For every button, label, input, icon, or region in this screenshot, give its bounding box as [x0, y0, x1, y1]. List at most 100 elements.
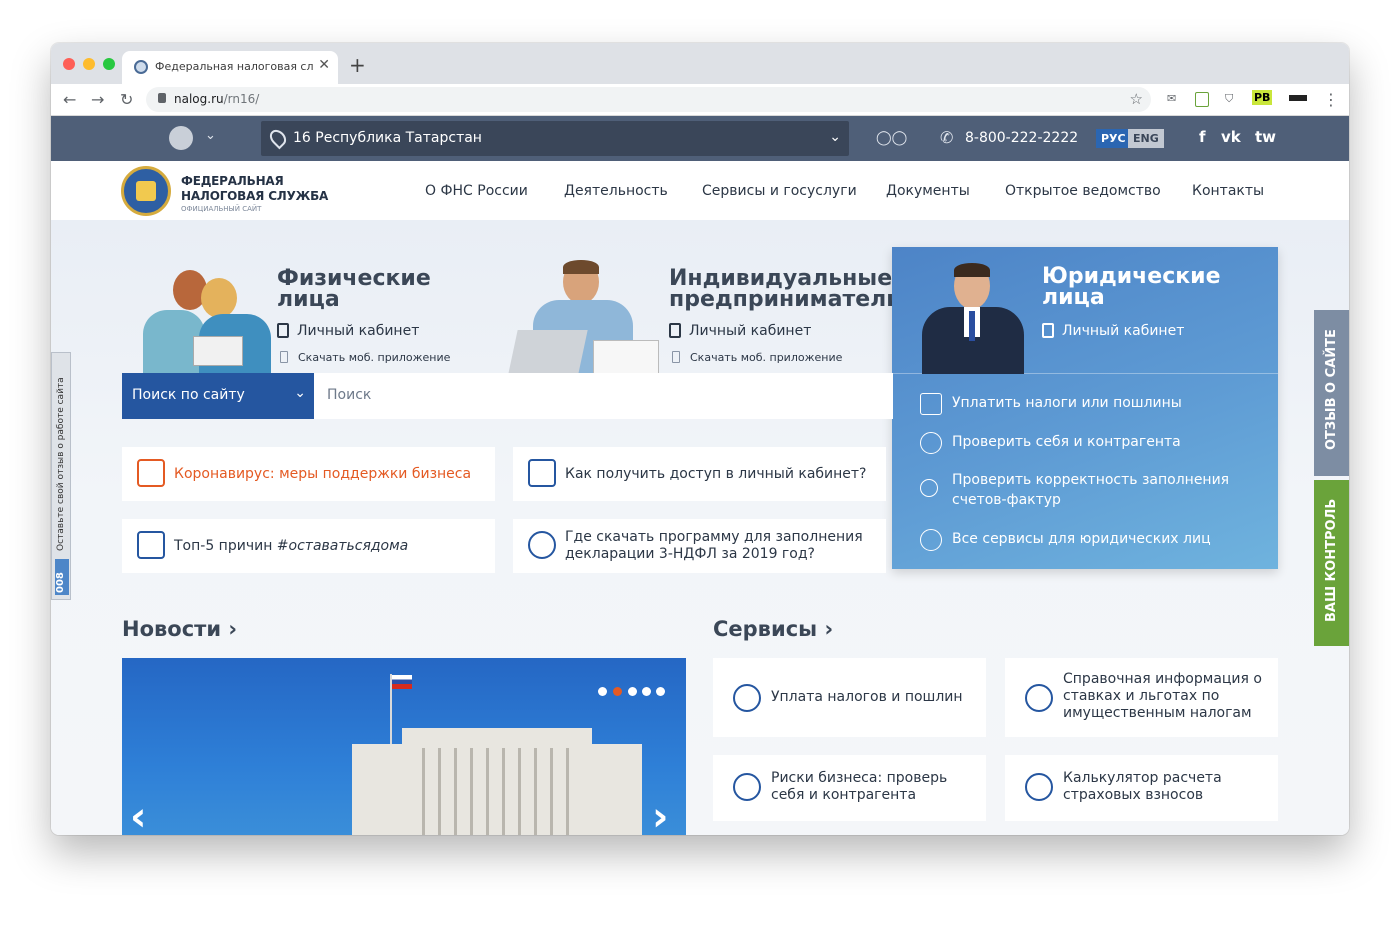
minimize-window-button[interactable] [83, 58, 95, 70]
back-icon[interactable]: ← [63, 90, 76, 109]
feedback-left-label: Оставьте свой отзыв о работе сайта [56, 377, 66, 551]
yur-cabinet-link[interactable]: Личный кабинет [1042, 323, 1184, 339]
lang-ru-button[interactable]: РУС [1096, 129, 1131, 148]
ip-title-1[interactable]: Индивидуальные [669, 268, 892, 290]
region-label: 16 Республика Татарстан [293, 130, 482, 146]
quick-card-top5[interactable]: Топ-5 причин #оставатьсядома [122, 519, 495, 573]
browser-menu-icon[interactable]: ⋮ [1323, 90, 1339, 109]
carousel-dot-2[interactable] [613, 687, 622, 696]
service-card-pay[interactable]: Уплата налогов и пошлин [713, 658, 986, 737]
businessman-photo [914, 263, 1032, 374]
search-scope-select[interactable]: Поиск по сайту ⌄ [122, 373, 314, 419]
head-extension-icon[interactable] [1289, 95, 1307, 101]
chevron-down-icon: ⌄ [294, 385, 306, 401]
lock-icon [669, 323, 681, 338]
mail-extension-icon[interactable]: ✉ [1167, 92, 1176, 107]
browser-tab[interactable]: Федеральная налоговая служба ✕ [122, 51, 338, 84]
fiz-cabinet-link[interactable]: Личный кабинет [277, 323, 419, 339]
fiz-app-link[interactable]: Скачать моб. приложение [280, 351, 450, 364]
inbox-extension-icon[interactable] [1195, 92, 1209, 107]
logo-line-1[interactable]: ФЕДЕРАЛЬНАЯ [181, 174, 284, 188]
menu-item-services[interactable]: Сервисы и госуслуги [702, 183, 857, 199]
menu-item-about[interactable]: О ФНС России [425, 183, 528, 199]
quick-card-covid[interactable]: Коронавирус: меры поддержки бизнеса [122, 447, 495, 501]
fns-logo-icon[interactable] [121, 166, 171, 216]
new-tab-icon[interactable]: + [349, 53, 366, 77]
magnifier-icon [920, 432, 942, 454]
forward-icon[interactable]: → [91, 90, 104, 109]
yur-title-2[interactable]: лица [1042, 287, 1105, 309]
gear-stack-icon [528, 531, 556, 559]
control-side-tab[interactable]: ВАШ КОНТРОЛЬ [1314, 480, 1349, 646]
otzyv-side-tab[interactable]: ОТЗЫВ О САЙТЕ [1314, 310, 1349, 476]
reload-icon[interactable]: ↻ [120, 90, 133, 109]
chevron-down-icon: ⌄ [829, 129, 841, 145]
ip-app-link[interactable]: Скачать моб. приложение [672, 351, 842, 364]
carousel-prev-icon[interactable]: ‹ [130, 794, 146, 835]
site-search: Поиск по сайту ⌄ Поиск [122, 373, 893, 419]
url-path: /rn16/ [223, 92, 260, 106]
service-card-calculator[interactable]: Калькулятор расчета страховых взносов [1005, 755, 1278, 821]
lock-icon [158, 93, 166, 103]
close-tab-icon[interactable]: ✕ [318, 57, 330, 73]
quick-card-download[interactable]: Где скачать программу для заполнения дек… [513, 519, 886, 573]
lock-icon [277, 323, 289, 338]
url-host: nalog.ru [174, 92, 224, 106]
lang-en-button[interactable]: ENG [1128, 129, 1164, 148]
news-carousel[interactable]: ‹ › [122, 658, 686, 835]
carousel-dot-4[interactable] [642, 687, 651, 696]
location-pin-icon [266, 126, 290, 150]
region-select[interactable]: 16 Республика Татарстан ⌄ [261, 121, 849, 156]
menu-item-contacts[interactable]: Контакты [1192, 183, 1264, 199]
umbrella-coins-icon [1025, 773, 1053, 801]
fiz-title-2[interactable]: лица [277, 289, 340, 311]
magnifier-icon [920, 479, 938, 497]
fiz-title-1[interactable]: Физические [277, 268, 431, 290]
url-field[interactable]: nalog.ru/rn16/ ☆ [146, 87, 1151, 112]
service-card-risks[interactable]: Риски бизнеса: проверь себя и контрагент… [713, 755, 986, 821]
lock-icon [1042, 323, 1054, 338]
mobile-phone-icon [280, 351, 288, 363]
logo-line-3: ОФИЦИАЛЬНЫЙ САЙТ [181, 205, 262, 213]
accessibility-glasses-icon[interactable]: ◯◯ [876, 130, 907, 146]
carousel-dot-1[interactable] [598, 687, 607, 696]
search-input[interactable]: Поиск [327, 387, 371, 403]
quick-card-access[interactable]: Как получить доступ в личный кабинет? [513, 447, 886, 501]
service-card-reference[interactable]: Справочная информация о ставках и льгота… [1005, 658, 1278, 737]
favicon-icon [134, 60, 148, 74]
yur-title-1[interactable]: Юридические [1042, 266, 1221, 288]
menu-item-documents[interactable]: Документы [886, 183, 970, 199]
hotline-phone[interactable]: 8-800-222-2222 [965, 130, 1078, 146]
carousel-next-icon[interactable]: › [652, 794, 668, 835]
news-heading[interactable]: Новости › [122, 617, 237, 641]
ip-cabinet-link[interactable]: Личный кабинет [669, 323, 811, 339]
family-photo [143, 270, 273, 374]
hero-section: Физические лица Личный кабинет Скачать м… [51, 220, 1349, 835]
emblem-icon[interactable] [169, 126, 193, 150]
carousel-dot-3[interactable] [628, 687, 637, 696]
key-lk-icon [528, 459, 556, 487]
menu-item-activity[interactable]: Деятельность [564, 183, 668, 199]
services-heading[interactable]: Сервисы › [713, 617, 833, 641]
site-top-bar: ⌄ 16 Республика Татарстан ⌄ ◯◯ ✆ 8-800-2… [51, 116, 1349, 161]
mobile-phone-icon [672, 351, 680, 363]
bookmark-star-icon[interactable]: ☆ [1130, 90, 1143, 108]
main-nav: ФЕДЕРАЛЬНАЯ НАЛОГОВАЯ СЛУЖБА ОФИЦИАЛЬНЫЙ… [51, 161, 1349, 220]
feedback-code: 008 [55, 572, 66, 593]
facebook-icon[interactable]: f [1199, 128, 1206, 146]
ip-title-2[interactable]: предприниматели [669, 289, 902, 311]
maximize-window-button[interactable] [103, 58, 115, 70]
tab-title: Федеральная налоговая служба [155, 60, 313, 73]
chevron-down-icon[interactable]: ⌄ [205, 128, 216, 143]
carousel-dot-5[interactable] [656, 687, 665, 696]
close-window-button[interactable] [63, 58, 75, 70]
pb-extension-icon[interactable]: PB [1252, 90, 1273, 105]
magnifier-icon [733, 773, 761, 801]
menu-item-open-agency[interactable]: Открытое ведомство [1005, 183, 1161, 199]
twitter-icon[interactable]: tw [1255, 128, 1276, 146]
feedback-left-tab[interactable]: 008 Оставьте свой отзыв о работе сайта [51, 352, 71, 600]
vk-icon[interactable]: vk [1221, 128, 1241, 146]
phone-icon: ✆ [940, 128, 954, 147]
logo-line-2[interactable]: НАЛОГОВАЯ СЛУЖБА [181, 189, 328, 203]
shield-extension-icon[interactable]: ⛉ [1225, 92, 1233, 107]
